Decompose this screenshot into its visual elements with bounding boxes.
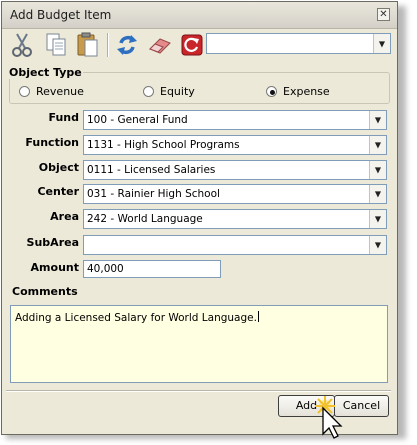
chevron-down-icon[interactable]: ▼ [369, 185, 386, 203]
cut-button[interactable] [8, 31, 36, 59]
center-dropdown[interactable]: 031 - Rainier High School ▼ [83, 184, 387, 204]
text-caret [257, 311, 259, 322]
radio-circle [143, 86, 154, 97]
area-dropdown[interactable]: 242 - World Language ▼ [83, 209, 387, 229]
reset-button[interactable] [178, 31, 206, 59]
radio-circle [266, 86, 277, 97]
center-label: Center [37, 185, 79, 198]
chevron-down-icon[interactable]: ▼ [369, 210, 386, 228]
chevron-down-icon[interactable]: ▼ [369, 136, 386, 154]
reset-icon [181, 34, 203, 56]
window-title: Add Budget Item [10, 8, 112, 22]
chevron-down-icon[interactable]: ▼ [373, 34, 390, 53]
chevron-down-icon[interactable]: ▼ [369, 161, 386, 179]
subarea-dropdown[interactable]: ▼ [83, 235, 387, 255]
radio-revenue-label: Revenue [36, 85, 84, 98]
amount-input[interactable]: 40,000 [83, 260, 221, 278]
area-value: 242 - World Language [87, 213, 203, 225]
object-label: Object [38, 161, 79, 174]
eraser-button[interactable] [146, 31, 174, 59]
object-value: 0111 - Licensed Salaries [87, 164, 216, 176]
radio-equity-label: Equity [160, 85, 195, 98]
fund-value: 100 - General Fund [87, 114, 188, 126]
radio-circle [19, 86, 30, 97]
copy-icon [46, 33, 66, 56]
area-label: Area [50, 210, 79, 223]
close-button[interactable]: ✕ [377, 8, 390, 21]
footer-divider [6, 390, 391, 392]
function-dropdown[interactable]: 1131 - High School Programs ▼ [83, 135, 387, 155]
function-label: Function [25, 136, 79, 149]
cut-icon [12, 33, 32, 57]
paste-button[interactable] [74, 31, 102, 59]
refresh-icon [117, 35, 137, 55]
fund-label: Fund [48, 111, 79, 124]
radio-selected-dot [270, 90, 275, 95]
function-value: 1131 - High School Programs [87, 139, 240, 151]
toolbar-separator [107, 33, 109, 57]
close-icon: ✕ [379, 9, 388, 20]
refresh-button[interactable] [113, 31, 141, 59]
eraser-icon [149, 38, 171, 54]
comments-label: Comments [12, 285, 78, 298]
comments-textarea[interactable]: Adding a Licensed Salary for World Langu… [10, 305, 388, 383]
mouse-cursor-icon [315, 396, 343, 439]
toolbar: ▼ [6, 30, 394, 60]
toolbar-dropdown[interactable]: ▼ [206, 33, 391, 54]
amount-label: Amount [30, 261, 79, 274]
center-value: 031 - Rainier High School [87, 188, 220, 200]
comments-text: Adding a Licensed Salary for World Langu… [15, 312, 257, 324]
paste-icon [77, 32, 98, 57]
object-type-label: Object Type [8, 66, 83, 79]
chevron-down-icon[interactable]: ▼ [369, 236, 386, 254]
chevron-down-icon[interactable]: ▼ [369, 111, 386, 129]
fund-dropdown[interactable]: 100 - General Fund ▼ [83, 110, 387, 130]
title-bar[interactable]: Add Budget Item ✕ [2, 2, 397, 29]
radio-expense-label: Expense [283, 85, 330, 98]
copy-button[interactable] [42, 31, 70, 59]
object-dropdown[interactable]: 0111 - Licensed Salaries ▼ [83, 160, 387, 180]
subarea-label: SubArea [26, 236, 79, 249]
